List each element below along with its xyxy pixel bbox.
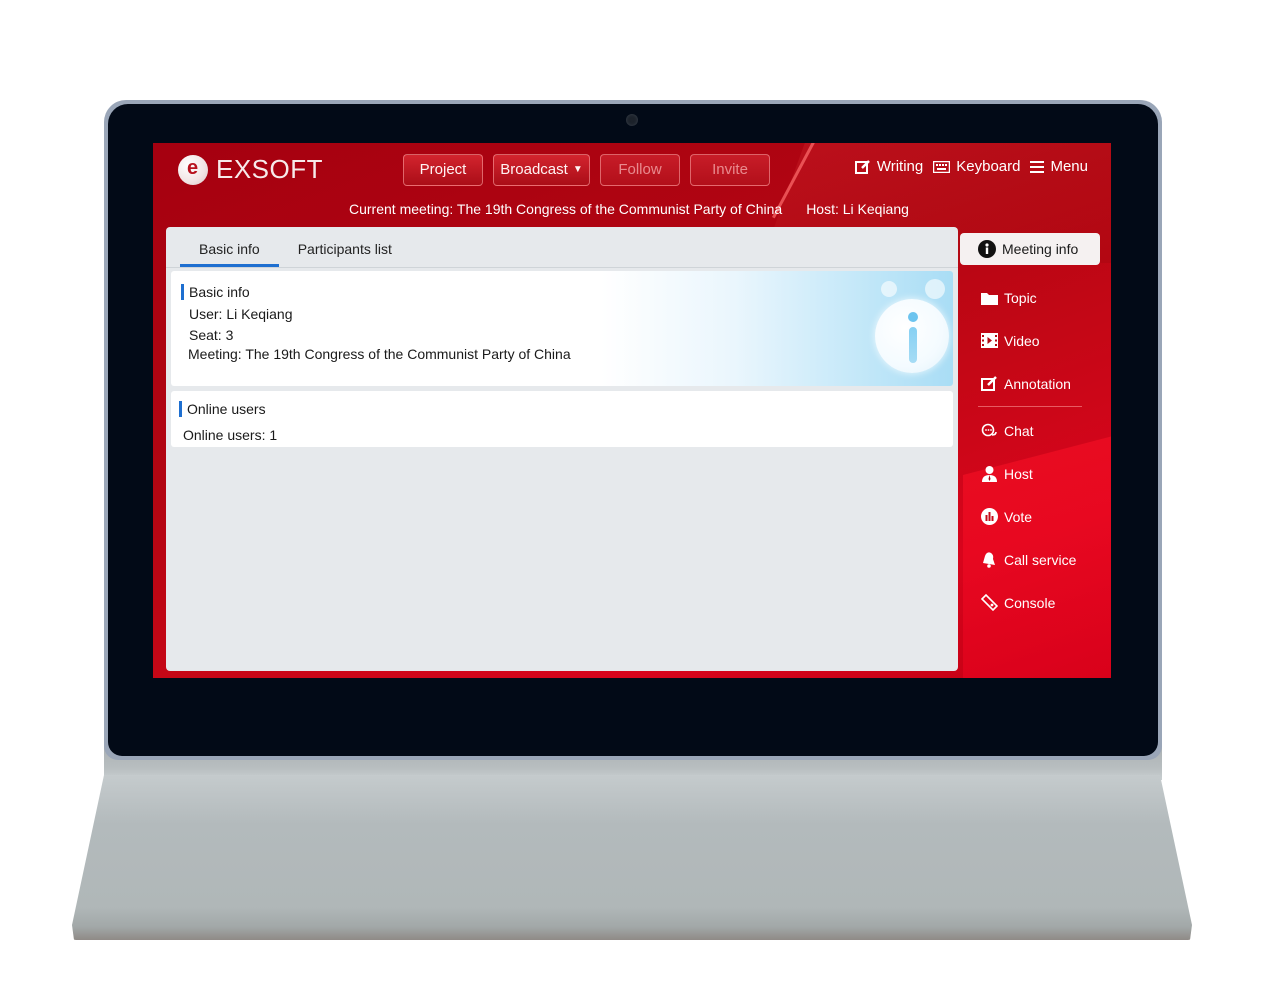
sidebar-item-label: Annotation: [1004, 375, 1071, 392]
online-users-card: Online users Online users: 1: [171, 391, 953, 447]
sidebar-nav: Meeting info Topic Video Annotation Chat…: [960, 233, 1100, 624]
menu-button[interactable]: Menu: [1030, 158, 1088, 175]
sidebar-item-label: Chat: [1004, 422, 1034, 439]
header-tools: Writing Keyboard Menu: [854, 158, 1088, 175]
sidebar-item-label: Vote: [1004, 508, 1033, 525]
app-header: EXSOFT Project Broadcast ▼ Follow Invite: [153, 143, 1111, 227]
sidebar-item-chat[interactable]: Chat: [960, 409, 1100, 452]
broadcast-button-label: Broadcast: [500, 161, 568, 178]
logo-icon: [178, 154, 208, 185]
basic-info-card: Basic info User: Li Keqiang Seat: 3 Meet…: [171, 271, 953, 386]
edit-icon: [980, 375, 998, 393]
stand-base: [72, 775, 1192, 940]
broadcast-dropdown-button[interactable]: Broadcast ▼: [493, 154, 590, 186]
sidebar-item-label: Call service: [1004, 551, 1077, 568]
sidebar-item-host[interactable]: Host: [960, 452, 1100, 495]
sidebar-item-vote[interactable]: Vote: [960, 495, 1100, 538]
basic-info-title: Basic info: [181, 284, 250, 300]
main-panel: Basic info Participants list Basic info …: [166, 227, 958, 671]
writing-label: Writing: [876, 158, 924, 175]
follow-button[interactable]: Follow: [600, 154, 680, 186]
current-meeting-text: Current meeting: The 19th Congress of th…: [349, 201, 783, 217]
info-small-icon: [925, 279, 945, 299]
seat-text: Seat: 3: [189, 327, 234, 343]
keyboard-label: Keyboard: [956, 158, 1021, 175]
keyboard-icon: [933, 160, 951, 173]
tab-participants-list[interactable]: Participants list: [279, 227, 411, 267]
user-text: User: Li Keqiang: [189, 306, 293, 322]
project-button-label: Project: [419, 161, 467, 178]
follow-button-label: Follow: [618, 161, 662, 178]
tab-bar: Basic info Participants list: [180, 227, 411, 267]
sidebar-item-video[interactable]: Video: [960, 319, 1100, 362]
project-button[interactable]: Project: [403, 154, 483, 186]
keyboard-button[interactable]: Keyboard: [933, 158, 1020, 175]
toolbar-buttons: Project Broadcast ▼ Follow Invite: [403, 154, 770, 186]
sidebar-item-label: Topic: [1004, 289, 1037, 306]
caret-down-icon: ▼: [572, 164, 583, 175]
bell-icon: [980, 551, 998, 569]
sidebar-item-label: Host: [1004, 465, 1033, 482]
camera-icon: [626, 114, 638, 126]
menu-icon: [1030, 160, 1045, 173]
sidebar-item-label: Video: [1004, 332, 1040, 349]
sidebar-item-label: Meeting info: [1002, 241, 1079, 257]
sidebar-item-console[interactable]: Console: [960, 581, 1100, 624]
bar-chart-icon: [980, 508, 998, 526]
info-icon: [978, 240, 996, 258]
info-small-icon: [881, 281, 897, 297]
info-icon: [875, 299, 949, 373]
tab-basic-info[interactable]: Basic info: [180, 227, 279, 267]
invite-button-label: Invite: [712, 161, 748, 178]
tag-icon: [980, 594, 998, 612]
video-icon: [980, 332, 998, 350]
meeting-text: Meeting: The 19th Congress of the Commun…: [188, 346, 571, 362]
logo-text: EXSOFT: [216, 154, 324, 184]
host-text: Host: Li Keqiang: [806, 201, 909, 217]
edit-icon: [854, 159, 871, 174]
info-illustration: [859, 279, 949, 379]
sidebar-item-annotation[interactable]: Annotation: [960, 362, 1100, 405]
sidebar-item-meeting-info[interactable]: Meeting info: [960, 233, 1100, 265]
menu-label: Menu: [1050, 158, 1088, 175]
online-users-count: Online users: 1: [183, 427, 278, 443]
folder-icon: [980, 289, 998, 307]
person-icon: [980, 465, 998, 483]
app-screen: EXSOFT Project Broadcast ▼ Follow Invite: [153, 143, 1111, 678]
invite-button[interactable]: Invite: [690, 154, 770, 186]
logo: EXSOFT: [178, 154, 323, 185]
sidebar-item-label: Console: [1004, 594, 1056, 611]
chat-icon: [980, 422, 998, 440]
sidebar-divider: [978, 406, 1082, 407]
writing-button[interactable]: Writing: [854, 158, 924, 175]
sidebar-item-topic[interactable]: Topic: [960, 276, 1100, 319]
meeting-status-bar: Current meeting: The 19th Congress of th…: [349, 201, 909, 217]
sidebar-item-call-service[interactable]: Call service: [960, 538, 1100, 581]
online-users-title: Online users: [179, 401, 266, 417]
tab-divider: [166, 267, 958, 268]
